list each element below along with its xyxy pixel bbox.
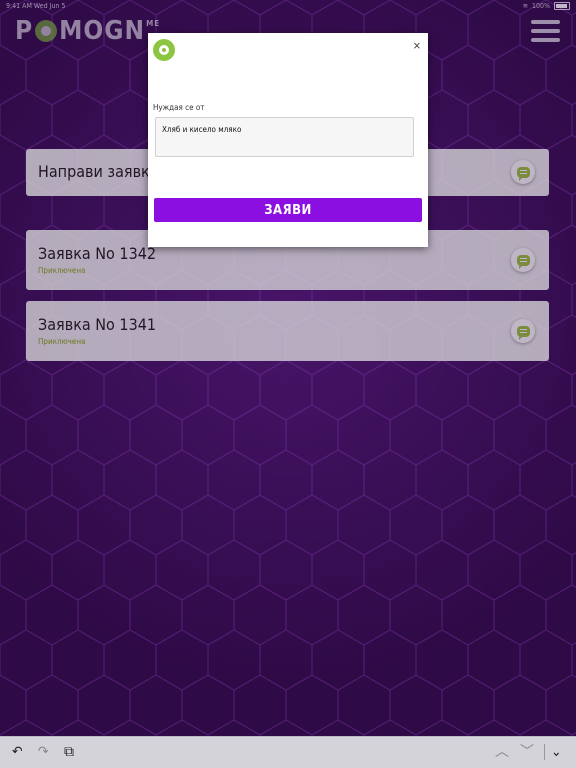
status-bar: 9:41 AM Wed Jun 5 ≋ 100% [0,0,576,12]
toolbar-divider [544,744,545,760]
request-card-1341[interactable]: Заявка No 1341 Приключена [26,301,549,361]
logo-flower-icon [35,20,58,42]
chat-icon [516,325,530,340]
keyboard-assistant-toolbar: ↶ ↷ ⧉ ︿ ﹀ ⌄ [0,736,576,768]
new-request-modal: × Нуждая се от Хляб и кисело мляко ЗАЯВИ [148,33,428,247]
previous-field-icon[interactable]: ︿ [495,744,509,760]
chat-button[interactable] [511,248,535,272]
undo-icon[interactable]: ↶ [12,744,23,760]
status-label: Приключена [38,266,86,275]
battery-percent: 100% [531,2,550,10]
close-icon[interactable]: × [413,40,421,51]
pomogni-logo-icon [153,39,175,61]
redo-icon[interactable]: ↷ [38,744,49,760]
chat-icon [516,166,530,181]
need-field-label: Нуждая се от [153,103,205,112]
status-right-group: ≋ 100% [523,2,570,10]
pomogni-logo: P MOGN ME [15,16,161,46]
wifi-icon: ≋ [522,2,528,10]
chat-button[interactable] [511,319,535,343]
status-time-date: 9:41 AM Wed Jun 5 [6,2,66,10]
app-screen: 9:41 AM Wed Jun 5 ≋ 100% P MOGN ME Направи… [0,0,576,768]
card-title: Заявка No 1341 [38,315,157,334]
paste-icon[interactable]: ⧉ [64,744,74,760]
need-textarea[interactable]: Хляб и кисело мляко [155,117,414,157]
next-field-icon[interactable]: ﹀ [520,744,534,760]
dismiss-keyboard-icon[interactable]: ⌄ [551,744,562,760]
hamburger-menu-button[interactable] [531,20,560,42]
status-label: Приключена [38,337,86,346]
submit-request-button[interactable]: ЗАЯВИ [154,198,422,222]
chat-icon [516,254,530,269]
chat-button[interactable] [511,160,535,184]
hamburger-icon [531,20,560,24]
battery-icon [554,2,570,10]
